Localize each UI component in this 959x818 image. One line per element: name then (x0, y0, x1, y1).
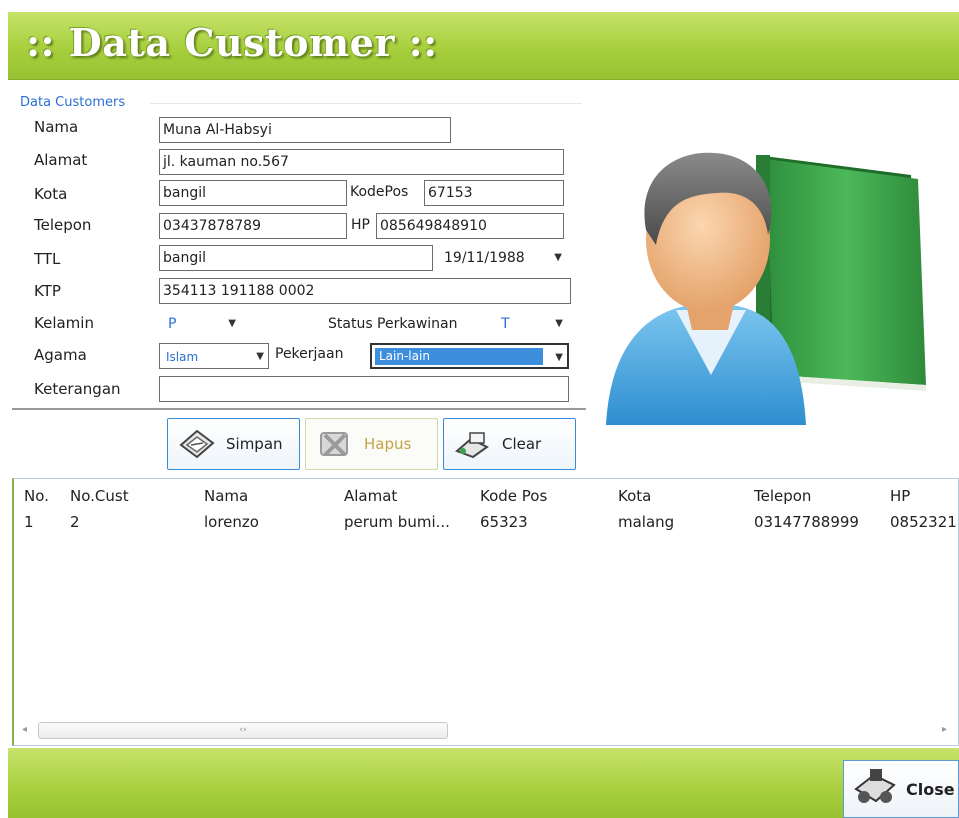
column-header[interactable]: No.Cust (70, 487, 129, 505)
column-header[interactable]: Nama (204, 487, 248, 505)
clear-label: Clear (502, 435, 542, 453)
status-perkawinan-value: T (501, 316, 510, 332)
group-title: Data Customers (20, 95, 126, 110)
close-button[interactable]: Close (843, 760, 959, 818)
table-cell[interactable]: 0852321 (890, 513, 957, 531)
column-header[interactable]: Telepon (754, 487, 811, 505)
nama-field[interactable]: Muna Al-Habsyi (159, 117, 451, 143)
table-cell[interactable]: 2 (70, 513, 80, 531)
chevron-down-icon: ▼ (228, 318, 236, 329)
clear-icon (452, 426, 494, 462)
table-cell[interactable]: 65323 (480, 513, 528, 531)
scroll-right-icon[interactable]: ▸ (942, 724, 947, 735)
label-ttl: TTL (34, 250, 61, 268)
title-bar: :: Data Customer :: (8, 12, 959, 80)
simpan-button[interactable]: Simpan (167, 418, 300, 470)
label-hp: HP (351, 217, 370, 233)
agama-value: Islam (166, 350, 199, 364)
hp-field[interactable]: 085649848910 (376, 213, 564, 239)
agama-select[interactable]: Islam ▼ (159, 343, 269, 369)
alamat-field[interactable]: jl. kauman no.567 (159, 149, 564, 175)
table-cell[interactable]: malang (618, 513, 674, 531)
pekerjaan-select[interactable]: Lain-lain ▼ (370, 343, 569, 369)
kota-field[interactable]: bangil (159, 180, 347, 206)
pekerjaan-value: Lain-lain (374, 347, 544, 366)
hapus-button[interactable]: Hapus (305, 418, 438, 470)
chevron-down-icon: ▼ (555, 352, 563, 363)
column-header[interactable]: Kota (618, 487, 651, 505)
tanggal-lahir-picker[interactable]: 19/11/1988 ▼ (436, 245, 566, 271)
label-keterangan: Keterangan (34, 380, 121, 398)
scroll-left-icon[interactable]: ◂ (22, 724, 27, 735)
column-header[interactable]: No. (24, 487, 49, 505)
hapus-label: Hapus (364, 435, 412, 453)
save-icon (176, 426, 218, 462)
label-ktp: KTP (34, 282, 61, 300)
label-kelamin: Kelamin (34, 314, 94, 332)
label-nama: Nama (34, 118, 79, 136)
label-status-perkawinan: Status Perkawinan (328, 316, 458, 332)
tanggal-lahir-value: 19/11/1988 (444, 250, 525, 266)
telepon-field[interactable]: 03437878789 (159, 213, 347, 239)
chevron-down-icon: ▼ (555, 318, 563, 329)
clear-button[interactable]: Clear (443, 418, 576, 470)
user-with-book-icon (596, 145, 936, 455)
group-border (150, 103, 582, 104)
kelamin-value: P (168, 316, 177, 332)
customer-table[interactable]: No. No.Cust Nama Alamat Kode Pos Kota Te… (12, 478, 959, 746)
table-cell[interactable]: 03147788999 (754, 513, 859, 531)
status-perkawinan-select[interactable]: T ▼ (495, 311, 567, 337)
horizontal-scrollbar[interactable]: ◂ ‹› ▸ (10, 722, 955, 740)
kodepos-field[interactable]: 67153 (424, 180, 564, 206)
label-agama: Agama (34, 346, 87, 364)
table-cell[interactable]: lorenzo (204, 513, 259, 531)
scroll-thumb[interactable]: ‹› (38, 722, 448, 739)
label-pekerjaan: Pekerjaan (275, 346, 344, 362)
chevron-down-icon: ▼ (554, 252, 562, 263)
keterangan-field[interactable] (159, 376, 569, 402)
close-label: Close (906, 779, 955, 799)
label-kodepos: KodePos (350, 184, 409, 200)
window-title: :: Data Customer :: (26, 20, 438, 65)
chevron-down-icon: ▼ (256, 351, 264, 362)
label-telepon: Telepon (34, 216, 92, 234)
form-divider (12, 408, 586, 410)
ktp-field[interactable]: 354113 191188 0002 (159, 278, 571, 304)
column-header[interactable]: Alamat (344, 487, 397, 505)
delete-icon (314, 426, 356, 462)
table-cell[interactable]: 1 (24, 513, 34, 531)
column-header[interactable]: Kode Pos (480, 487, 547, 505)
close-icon (850, 767, 900, 811)
label-alamat: Alamat (34, 151, 88, 169)
column-header[interactable]: HP (890, 487, 910, 505)
tempat-lahir-field[interactable]: bangil (159, 245, 433, 271)
bottom-bar (8, 748, 959, 818)
kelamin-select[interactable]: P ▼ (162, 311, 240, 337)
table-cell[interactable]: perum bumi... (344, 513, 450, 531)
label-kota: Kota (34, 185, 68, 203)
simpan-label: Simpan (226, 435, 283, 453)
